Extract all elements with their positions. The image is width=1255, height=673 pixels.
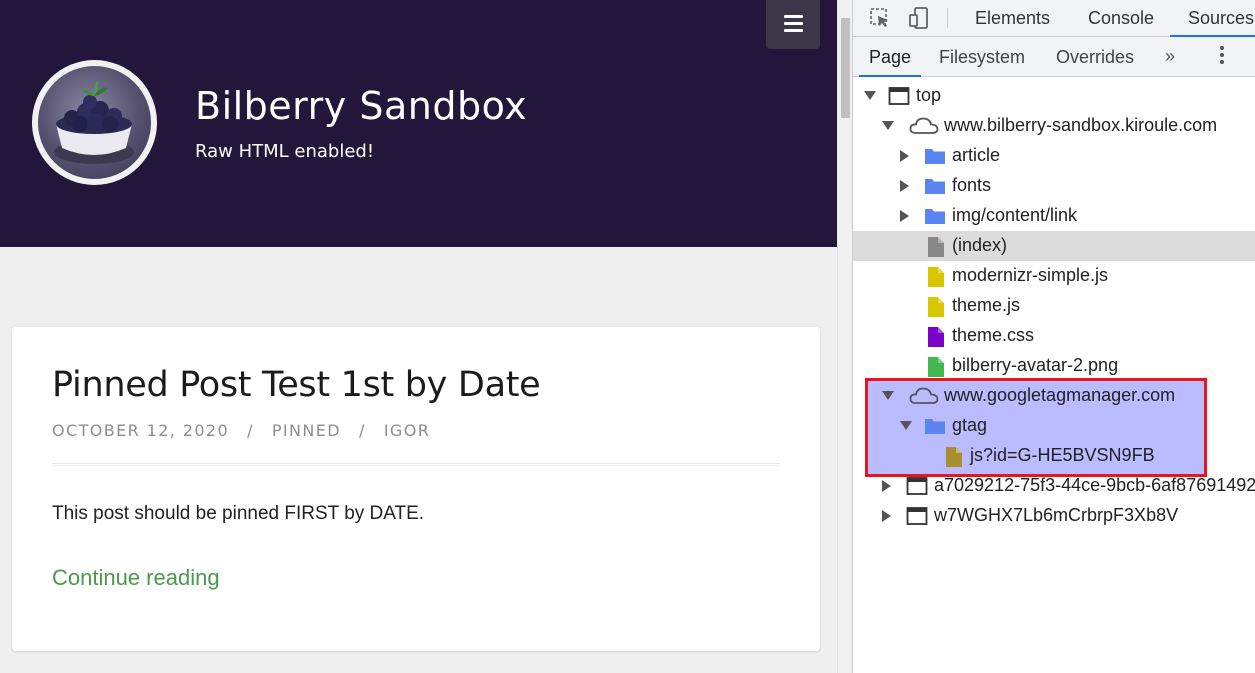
tab-sources[interactable]: Sources: [1170, 0, 1255, 37]
meta-separator: /: [359, 421, 366, 440]
expand-arrow-right-icon[interactable]: [900, 210, 909, 222]
post-excerpt: This post should be pinned FIRST by DATE…: [52, 503, 425, 524]
folder-icon: [924, 416, 946, 441]
tree-item[interactable]: top: [853, 81, 1255, 111]
file-icon: [926, 236, 946, 263]
cloud-icon: [909, 116, 939, 141]
post-date[interactable]: OCTOBER 12, 2020: [52, 421, 229, 440]
expand-arrow-down-icon[interactable]: [900, 421, 912, 430]
devtools-toolbar: Elements Console Sources: [853, 0, 1255, 37]
folder-icon: [924, 206, 946, 231]
tree-item[interactable]: theme.css: [853, 321, 1255, 351]
tree-item[interactable]: js?id=G-HE5BVSN9FB: [853, 441, 1255, 471]
hamburger-icon-bar: [784, 22, 803, 25]
tree-item-label: theme.js: [952, 295, 1021, 315]
website-viewport: Bilberry Sandbox Raw HTML enabled! Pinne…: [0, 0, 837, 673]
site-avatar[interactable]: [32, 60, 157, 185]
post-title[interactable]: Pinned Post Test 1st by Date: [52, 365, 541, 405]
more-tabs-chevron-icon[interactable]: »: [1165, 46, 1175, 67]
expand-arrow-down-icon[interactable]: [882, 121, 894, 130]
tab-filesystem[interactable]: Filesystem: [939, 37, 1025, 77]
file-icon: [926, 296, 946, 323]
folder-icon: [924, 146, 946, 171]
tree-item-label: article: [952, 145, 1001, 165]
tree-item-label: www.bilberry-sandbox.kiroule.com: [944, 115, 1218, 135]
file-icon: [926, 266, 946, 293]
tab-elements[interactable]: Elements: [975, 0, 1050, 37]
tab-page[interactable]: Page: [859, 37, 922, 77]
file-icon: [944, 446, 964, 473]
expand-arrow-right-icon[interactable]: [900, 180, 909, 192]
expand-arrow-down-icon[interactable]: [882, 391, 894, 400]
hamburger-icon-bar: [784, 29, 803, 32]
frame-icon: [906, 476, 928, 501]
tree-item-label: top: [916, 85, 942, 105]
tree-item-label: w7WGHX7Lb6mCrbrpF3Xb8V: [934, 505, 1179, 525]
tree-item-label: www.googletagmanager.com: [944, 385, 1176, 405]
post-divider: [52, 463, 780, 466]
frame-icon: [888, 86, 910, 111]
folder-icon: [924, 176, 946, 201]
expand-arrow-right-icon[interactable]: [882, 510, 891, 522]
post-category[interactable]: PINNED: [272, 421, 341, 440]
cloud-icon: [909, 386, 939, 411]
tree-item[interactable]: img/content/link: [853, 201, 1255, 231]
tree-item-label: bilberry-avatar-2.png: [952, 355, 1119, 375]
devtools-panel: Elements Console Sources Page Filesystem…: [852, 0, 1255, 673]
tree-item-label: js?id=G-HE5BVSN9FB: [970, 445, 1155, 465]
tab-console[interactable]: Console: [1088, 0, 1154, 37]
file-icon: [926, 326, 946, 353]
post-meta: OCTOBER 12, 2020 / PINNED / IGOR: [52, 421, 430, 440]
page-scrollbar[interactable]: [837, 0, 852, 673]
tree-item-label: fonts: [952, 175, 992, 195]
scrollbar-thumb[interactable]: [841, 18, 850, 118]
tree-item[interactable]: bilberry-avatar-2.png: [853, 351, 1255, 381]
site-title[interactable]: Bilberry Sandbox: [195, 84, 527, 128]
expand-arrow-right-icon[interactable]: [882, 480, 891, 492]
tab-overrides[interactable]: Overrides: [1056, 37, 1134, 77]
more-options-icon[interactable]: [1219, 46, 1225, 68]
sources-navigator-tabs: Page Filesystem Overrides »: [853, 37, 1255, 77]
tree-item[interactable]: gtag: [853, 411, 1255, 441]
tree-item[interactable]: www.bilberry-sandbox.kiroule.com: [853, 111, 1255, 141]
file-icon: [926, 356, 946, 383]
tree-item[interactable]: www.googletagmanager.com: [853, 381, 1255, 411]
site-header: Bilberry Sandbox Raw HTML enabled!: [0, 0, 837, 247]
tree-item[interactable]: fonts: [853, 171, 1255, 201]
tree-item-label: (index): [952, 235, 1008, 255]
tree-item[interactable]: theme.js: [853, 291, 1255, 321]
tree-item[interactable]: article: [853, 141, 1255, 171]
tree-item[interactable]: modernizr-simple.js: [853, 261, 1255, 291]
tree-item[interactable]: (index): [853, 231, 1255, 261]
device-toolbar-icon[interactable]: [908, 7, 930, 29]
tree-item[interactable]: w7WGHX7Lb6mCrbrpF3Xb8V: [853, 501, 1255, 531]
tree-item-label: theme.css: [952, 325, 1035, 345]
inspect-element-icon[interactable]: [869, 7, 891, 29]
tree-item-label: gtag: [952, 415, 988, 435]
tree-item-label: img/content/link: [952, 205, 1078, 225]
frame-icon: [906, 506, 928, 531]
meta-separator: /: [247, 421, 254, 440]
tree-item-label: modernizr-simple.js: [952, 265, 1109, 285]
hamburger-menu-button[interactable]: [766, 0, 820, 49]
post-card: Pinned Post Test 1st by Date OCTOBER 12,…: [12, 327, 820, 651]
continue-reading-link[interactable]: Continue reading: [52, 565, 220, 591]
expand-arrow-down-icon[interactable]: [864, 91, 876, 100]
expand-arrow-right-icon[interactable]: [900, 150, 909, 162]
tree-item[interactable]: a7029212-75f3-44ce-9bcb-6af87691492: [853, 471, 1255, 501]
tree-item-label: a7029212-75f3-44ce-9bcb-6af87691492: [934, 475, 1255, 495]
post-author[interactable]: IGOR: [384, 421, 430, 440]
site-tagline: Raw HTML enabled!: [195, 141, 375, 162]
toolbar-divider: [947, 8, 948, 28]
blueberry-bowl-image: [38, 66, 151, 179]
hamburger-icon: [784, 15, 803, 18]
